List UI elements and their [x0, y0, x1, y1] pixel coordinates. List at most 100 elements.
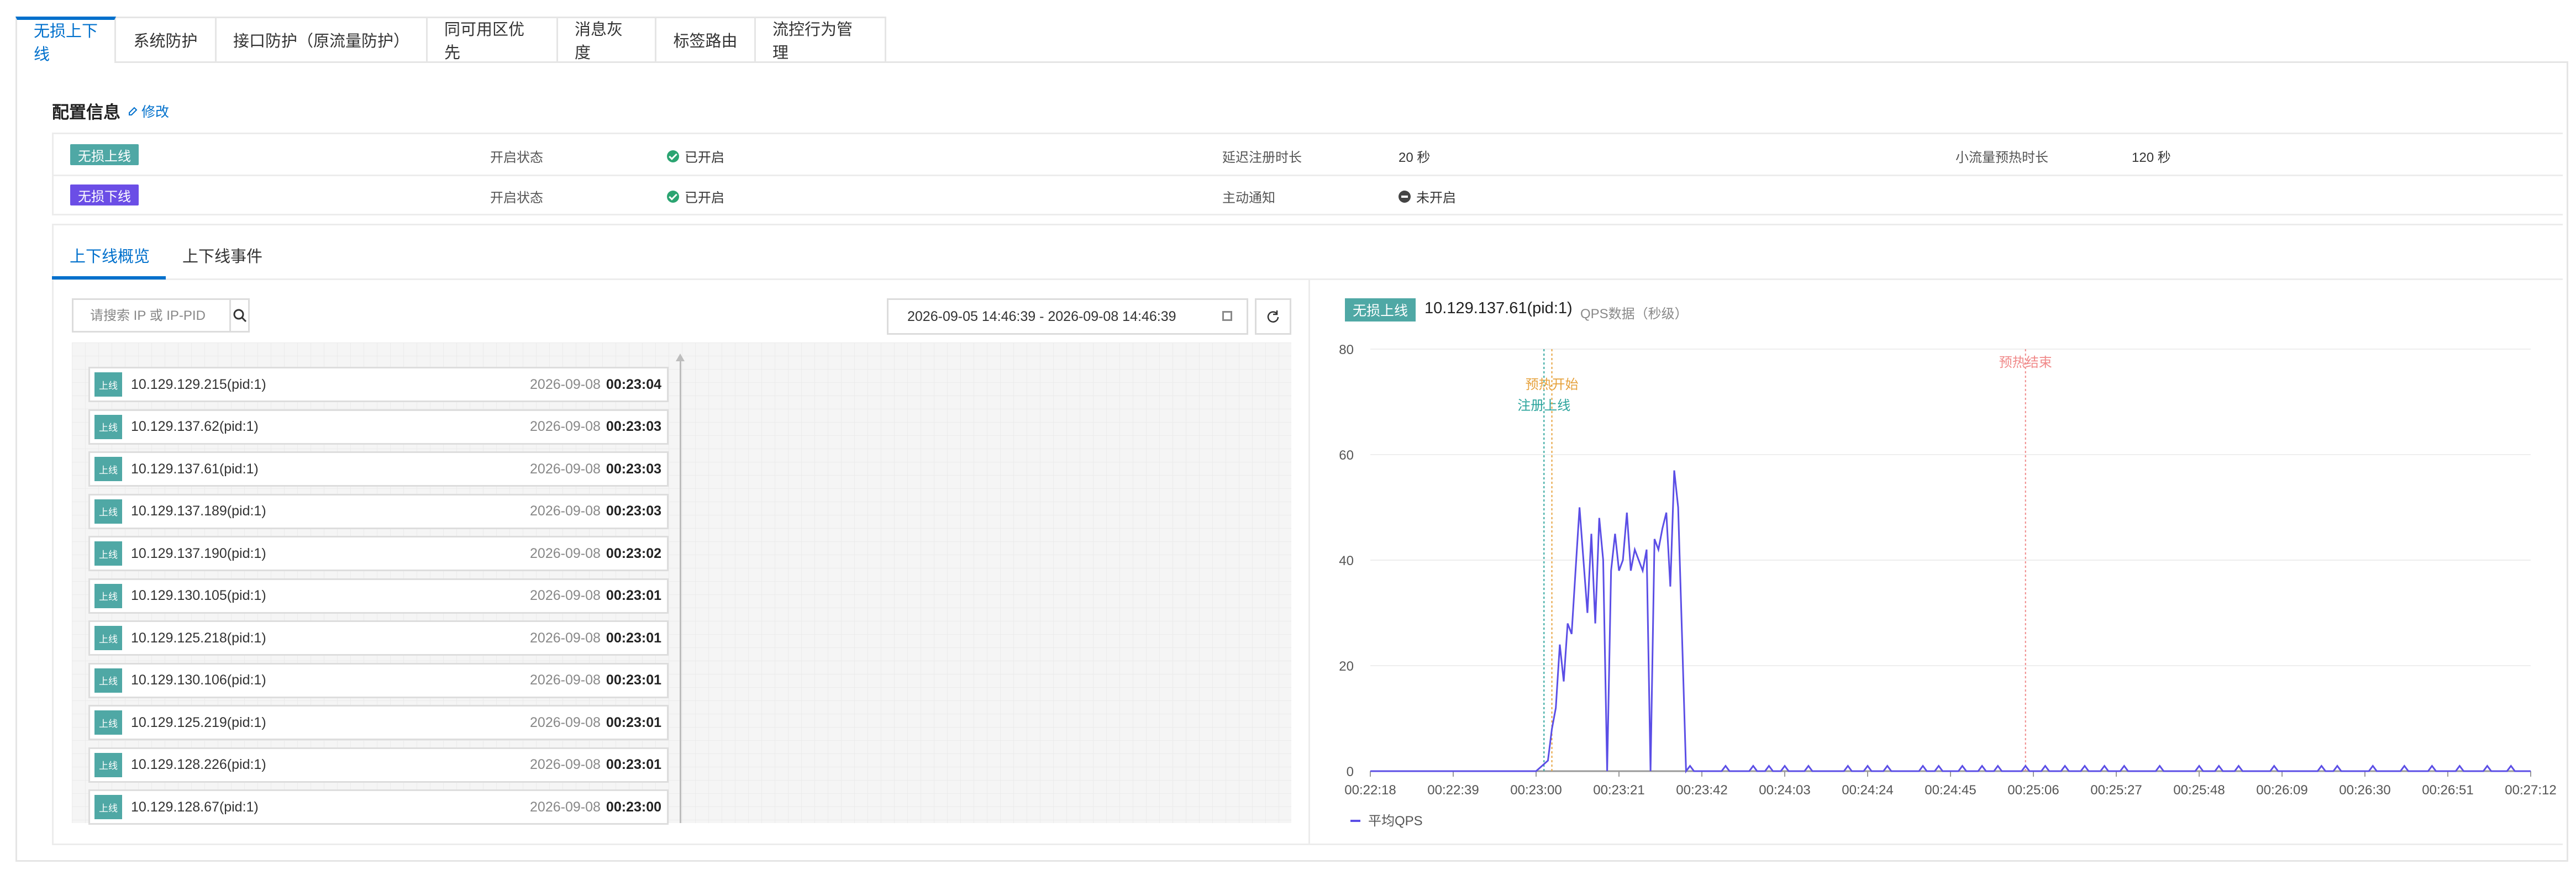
event-tag: 上线	[94, 414, 122, 439]
timeline-axis	[680, 356, 681, 823]
event-time: 2026-09-08 00:23:01	[530, 714, 661, 730]
event-ip: 10.129.137.62(pid:1)	[131, 419, 259, 434]
event-card[interactable]: 上线 10.129.125.219(pid:1) 2026-09-08 00:23:0…	[88, 705, 669, 740]
x-tick-label: 00:22:18	[1344, 783, 1396, 798]
y-tick-label: 0	[1347, 765, 1354, 779]
online-status-value: 已开启	[667, 146, 724, 166]
refresh-icon	[1267, 310, 1279, 323]
event-time: 2026-09-08 00:23:00	[530, 799, 661, 815]
tab-events[interactable]: 上下线事件	[182, 244, 262, 267]
refresh-button[interactable]	[1255, 298, 1291, 335]
tab-tag-routing[interactable]: 标签路由	[656, 17, 756, 63]
event-tag: 上线	[94, 752, 122, 777]
x-tick-label: 00:25:06	[2007, 783, 2059, 798]
x-tick-label: 00:25:48	[2173, 783, 2225, 798]
offline-tag: 无损下线	[70, 185, 139, 205]
online-tag: 无损上线	[70, 144, 139, 165]
event-card[interactable]: 上线 10.129.129.215(pid:1) 2026-09-08 00:23:0…	[88, 367, 669, 402]
search-input[interactable]	[73, 300, 229, 332]
x-tick-label: 00:22:39	[1427, 783, 1479, 798]
event-card[interactable]: 上线 10.129.130.106(pid:1) 2026-09-08 00:23:0…	[88, 662, 669, 698]
x-tick-label: 00:24:03	[1759, 783, 1810, 798]
offline-status-text: 已开启	[685, 191, 724, 205]
y-tick-label: 20	[1339, 659, 1354, 674]
config-title: 配置信息	[52, 103, 120, 122]
search-button[interactable]	[229, 300, 248, 331]
event-tag: 上线	[94, 372, 122, 397]
delay-label: 延迟注册时长	[1222, 150, 1302, 165]
check-circle-icon	[667, 190, 679, 203]
edit-label: 修改	[141, 104, 170, 120]
event-time: 2026-09-08 00:23:02	[530, 545, 661, 561]
event-time: 2026-09-08 00:23:01	[530, 630, 661, 646]
event-card[interactable]: 上线 10.129.137.190(pid:1) 2026-09-08 00:23:0…	[88, 536, 669, 571]
y-tick-label: 80	[1339, 342, 1354, 357]
edit-link[interactable]: 修改	[128, 101, 169, 121]
tab-same-zone-priority[interactable]: 同可用区优先	[428, 17, 558, 63]
sub-tab-bar: 上下线概览 上下线事件	[52, 224, 2563, 280]
notify-value: 未开启	[1399, 187, 1456, 206]
online-status-label: 开启状态	[490, 150, 543, 165]
calendar-icon	[1222, 311, 1232, 321]
date-range-text: 2026-09-05 14:46:39 - 2026-09-08 14:46:3…	[907, 308, 1176, 324]
legend-label: 平均QPS	[1368, 814, 1423, 829]
marker-label: 注册上线	[1517, 398, 1570, 413]
event-ip: 10.129.137.61(pid:1)	[131, 461, 259, 477]
event-card[interactable]: 上线 10.129.137.62(pid:1) 2026-09-08 00:23:03	[88, 409, 669, 445]
tab-flow-control-behavior[interactable]: 流控行为管理	[756, 17, 886, 63]
tab-message-gray[interactable]: 消息灰度	[558, 17, 656, 63]
tab-overview[interactable]: 上下线概览	[70, 244, 150, 267]
event-card[interactable]: 上线 10.129.137.189(pid:1) 2026-09-08 00:23:0…	[88, 493, 669, 529]
marker-label: 预热开始	[1526, 377, 1579, 392]
y-tick-label: 60	[1339, 448, 1354, 463]
tab-graceful-online-offline[interactable]: 无损上下线	[15, 17, 116, 64]
event-ip: 10.129.125.219(pid:1)	[131, 714, 266, 730]
event-ip: 10.129.137.190(pid:1)	[131, 545, 266, 561]
y-tick-label: 40	[1339, 554, 1354, 568]
config-row-offline: 无损下线 开启状态 已开启 主动通知 未开启	[54, 175, 2563, 215]
event-time: 2026-09-08 00:23:03	[530, 503, 661, 519]
chart-ip: 10.129.137.61(pid:1)	[1424, 299, 1573, 317]
x-tick-label: 00:24:24	[1842, 783, 1893, 798]
event-tag: 上线	[94, 668, 122, 693]
config-row-online: 无损上线 开启状态 已开启 延迟注册时长 20 秒 小流量预热时长 120 秒	[54, 134, 2563, 176]
warmup-value: 120 秒	[2132, 150, 2171, 165]
x-tick-label: 00:25:27	[2090, 783, 2142, 798]
event-ip: 10.129.125.218(pid:1)	[131, 630, 266, 646]
event-card[interactable]: 上线 10.129.137.61(pid:1) 2026-09-08 00:23:03	[88, 451, 669, 487]
x-tick-label: 00:23:21	[1593, 783, 1644, 798]
event-tag: 上线	[94, 795, 122, 819]
edit-icon	[129, 107, 138, 115]
event-tag: 上线	[94, 583, 122, 608]
event-time: 2026-09-08 00:23:03	[530, 419, 661, 434]
event-tag: 上线	[94, 710, 122, 735]
notify-text: 未开启	[1416, 191, 1456, 205]
check-circle-icon	[667, 150, 679, 162]
online-status-text: 已开启	[685, 150, 724, 165]
event-card[interactable]: 上线 10.129.125.218(pid:1) 2026-09-08 00:23:0…	[88, 620, 669, 656]
x-tick-label: 00:26:51	[2422, 783, 2473, 798]
event-tag: 上线	[94, 457, 122, 481]
event-tag: 上线	[94, 626, 122, 650]
chart-subtitle: QPS数据（秒级）	[1580, 307, 1688, 321]
warmup-label: 小流量预热时长	[1955, 150, 2048, 165]
event-card[interactable]: 上线 10.129.128.67(pid:1) 2026-09-08 00:23:00	[88, 789, 669, 825]
event-time: 2026-09-08 00:23:01	[530, 757, 661, 772]
minus-circle-icon	[1399, 190, 1411, 203]
event-card[interactable]: 上线 10.129.130.105(pid:1) 2026-09-08 00:23:0…	[88, 578, 669, 614]
event-time: 2026-09-08 00:23:01	[530, 588, 661, 603]
tab-api-protection[interactable]: 接口防护（原流量防护）	[217, 17, 428, 63]
tab-system-protection[interactable]: 系统防护	[116, 17, 217, 63]
event-ip: 10.129.137.189(pid:1)	[131, 503, 266, 519]
event-ip: 10.129.128.67(pid:1)	[131, 799, 259, 815]
x-tick-label: 00:23:42	[1676, 783, 1727, 798]
x-tick-label: 00:27:12	[2505, 783, 2556, 798]
event-tag: 上线	[94, 541, 122, 566]
search-box	[72, 298, 250, 333]
event-time: 2026-09-08 00:23:01	[530, 672, 661, 688]
x-tick-label: 00:24:45	[1925, 783, 1976, 798]
panel-divider	[1308, 280, 1310, 845]
date-range-picker[interactable]: 2026-09-05 14:46:39 - 2026-09-08 14:46:3…	[887, 298, 1248, 335]
event-card[interactable]: 上线 10.129.128.226(pid:1) 2026-09-08 00:23:0…	[88, 747, 669, 783]
marker-label: 预热结束	[1999, 355, 2052, 370]
